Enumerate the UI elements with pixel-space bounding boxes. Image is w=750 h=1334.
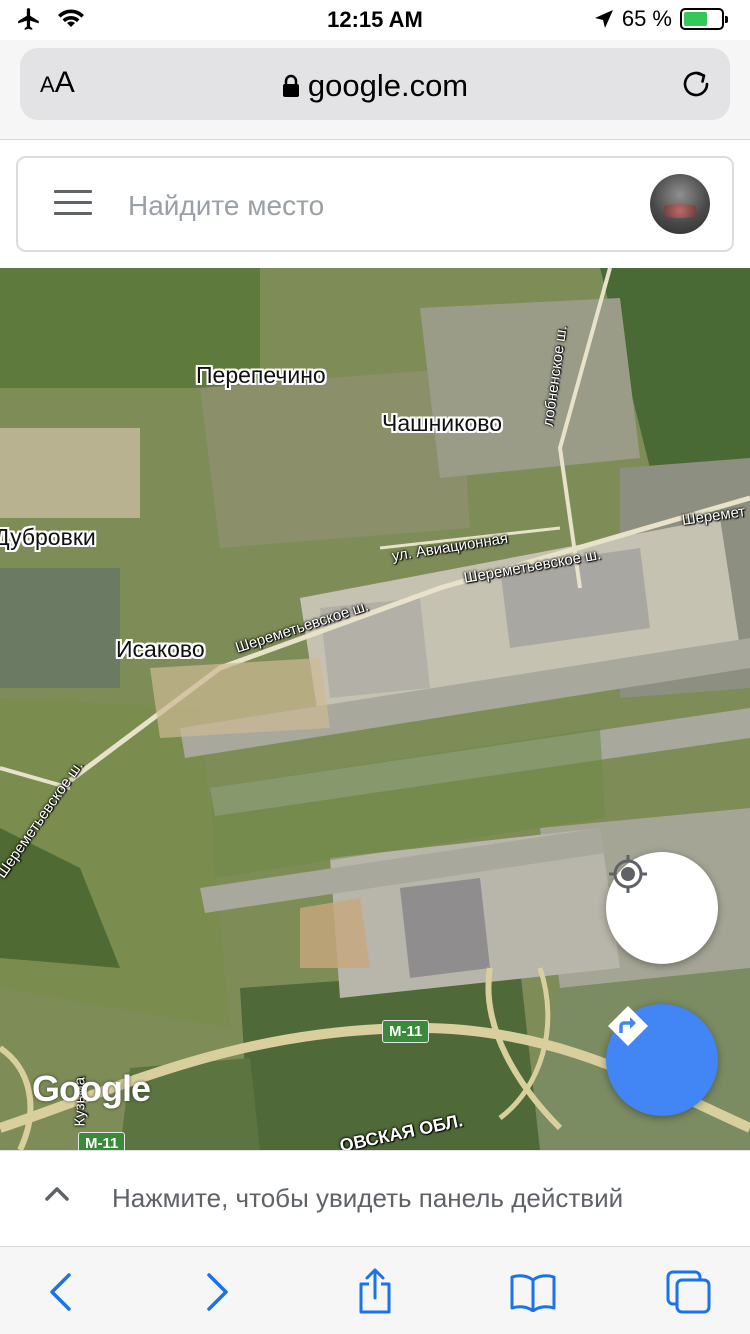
battery-icon [680, 8, 728, 30]
forward-button[interactable] [192, 1267, 242, 1317]
back-button[interactable] [36, 1267, 86, 1317]
chevron-up-icon[interactable] [44, 1185, 70, 1203]
tabs-button[interactable] [664, 1267, 714, 1317]
menu-icon[interactable] [54, 190, 92, 220]
status-bar: 12:15 AM 65 % [0, 0, 750, 40]
book-icon [510, 1274, 556, 1312]
place-label-chashnikovo[interactable]: Чашниково [382, 410, 502, 437]
my-location-button[interactable] [606, 852, 718, 964]
highway-shield-m11-left: M-11 [78, 1132, 126, 1150]
reload-icon[interactable] [678, 66, 714, 102]
status-right: 65 % [594, 6, 728, 32]
location-arrow-icon [594, 10, 613, 28]
action-panel[interactable]: Нажмите, чтобы увидеть панель действий [0, 1150, 750, 1246]
address-bar[interactable]: AA google.com [20, 48, 730, 120]
search-input[interactable] [128, 186, 608, 226]
crosshair-icon [609, 855, 647, 893]
directions-button[interactable] [606, 1004, 718, 1116]
lock-icon [282, 74, 299, 97]
page: 12:15 AM 65 % AA google.com Найдите мест… [0, 0, 750, 1334]
share-icon [359, 1268, 391, 1314]
battery-level [684, 12, 708, 26]
share-button[interactable] [350, 1267, 400, 1317]
action-panel-text: Нажмите, чтобы увидеть панель действий [112, 1183, 624, 1213]
chevron-left-icon [50, 1273, 71, 1311]
place-label-dubrovki[interactable]: Дубровки [0, 524, 96, 551]
highway-shield-m11: M-11 [382, 1020, 430, 1043]
map-view[interactable]: Перепечино Чашниково Дубровки Исаково ло… [0, 268, 750, 1150]
directions-icon [608, 1006, 648, 1046]
battery-percent: 65 % [621, 6, 672, 31]
place-label-perepechino[interactable]: Перепечино [196, 362, 326, 389]
browser-toolbar [0, 1246, 750, 1334]
browser-header: AA google.com [0, 40, 750, 140]
url-display[interactable]: google.com [20, 68, 730, 104]
google-logo: Google [32, 1068, 151, 1109]
url-text: google.com [307, 68, 469, 103]
bookmarks-button[interactable] [508, 1267, 558, 1317]
search-card [16, 156, 734, 252]
tabs-icon [666, 1270, 711, 1314]
chevron-right-icon [207, 1273, 228, 1311]
place-label-isakovo[interactable]: Исаково [116, 636, 205, 663]
avatar[interactable] [650, 174, 710, 234]
